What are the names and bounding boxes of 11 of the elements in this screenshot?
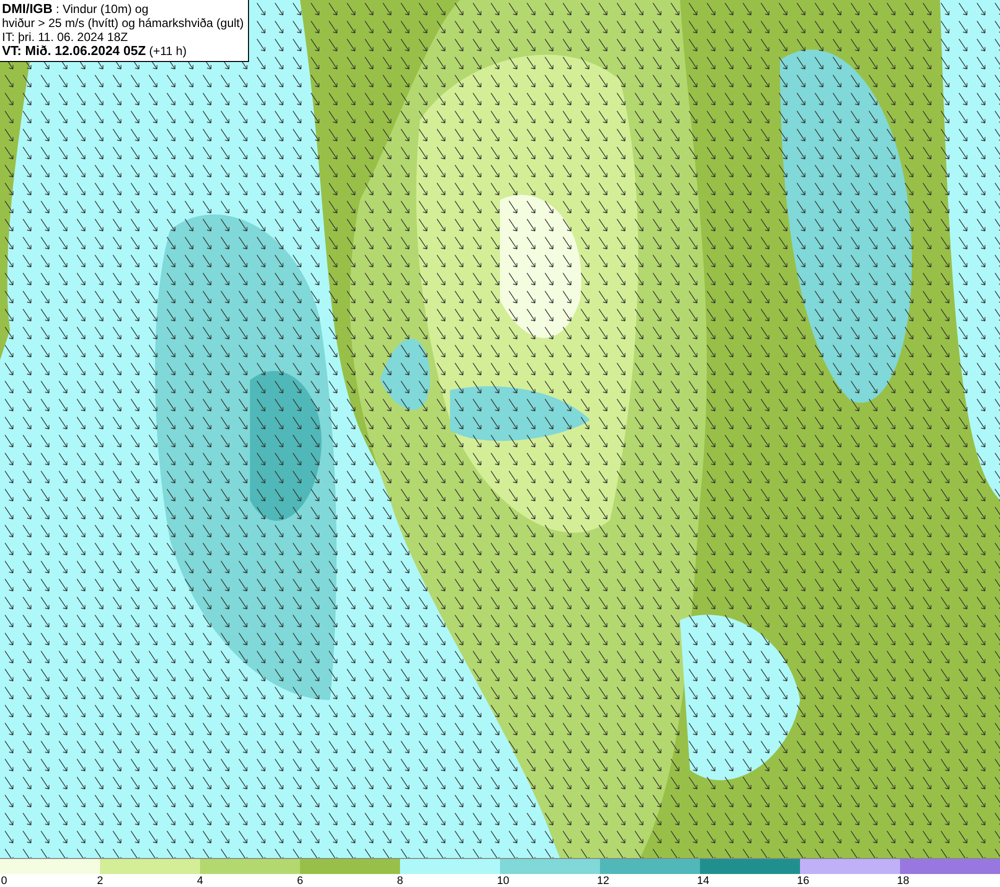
tick-label: 6 [297, 874, 304, 887]
info-box: DMI/IGB : Vindur (10m) og hviður > 25 m/s (hvítt) og hámarkshviða (gult) IT: þri. 11. 06. 2024 18Z VT: Mið. 12.06.2024 05Z (+11 h) [0, 0, 249, 62]
tick-label: 2 [97, 874, 104, 887]
tick-label: 4 [197, 874, 204, 887]
tick-label: 12 [597, 874, 610, 887]
tick-label: 16 [797, 874, 810, 887]
tick-label: 14 [697, 874, 710, 887]
tick-label: 0 [1, 874, 8, 887]
tick-label: 18 [897, 874, 910, 887]
tick-label: 8 [397, 874, 404, 887]
tick-label: 10 [497, 874, 510, 887]
